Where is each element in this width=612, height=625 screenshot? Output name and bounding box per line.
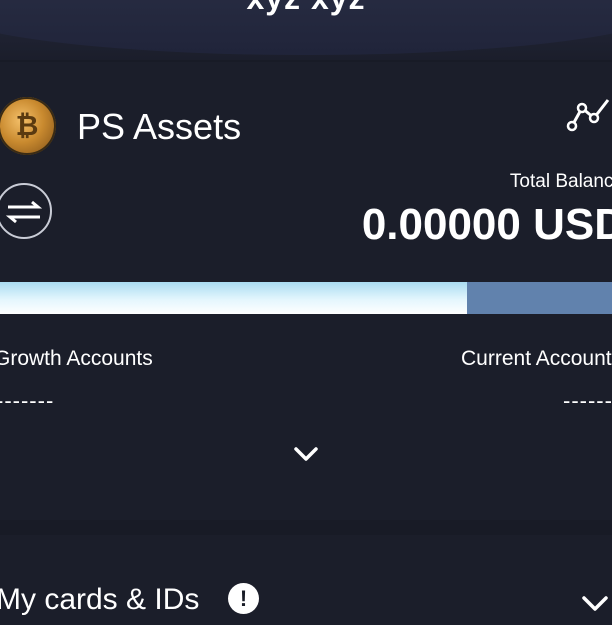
accounts-progress-fill bbox=[0, 282, 467, 314]
growth-accounts-label[interactable]: Growth Accounts bbox=[0, 347, 153, 371]
current-accounts-value: ------ bbox=[563, 388, 612, 413]
growth-accounts-value: ------- bbox=[0, 388, 55, 413]
cards-chevron-down-icon[interactable] bbox=[581, 594, 609, 612]
header-title: xyz xyz bbox=[246, 0, 365, 17]
accounts-progress-bar bbox=[0, 282, 612, 314]
exclamation-icon[interactable]: ! bbox=[228, 583, 259, 614]
total-balance-value: 0.00000 USD bbox=[361, 200, 612, 249]
chevron-down-icon[interactable] bbox=[293, 445, 319, 463]
assets-title: PS Assets bbox=[77, 106, 242, 147]
total-balance-label: Total Balance bbox=[509, 171, 612, 192]
bitcoin-coin-icon: ₿ bbox=[0, 97, 56, 155]
line-chart-icon[interactable] bbox=[566, 94, 612, 134]
current-accounts-label[interactable]: Current Accounts bbox=[461, 347, 612, 371]
